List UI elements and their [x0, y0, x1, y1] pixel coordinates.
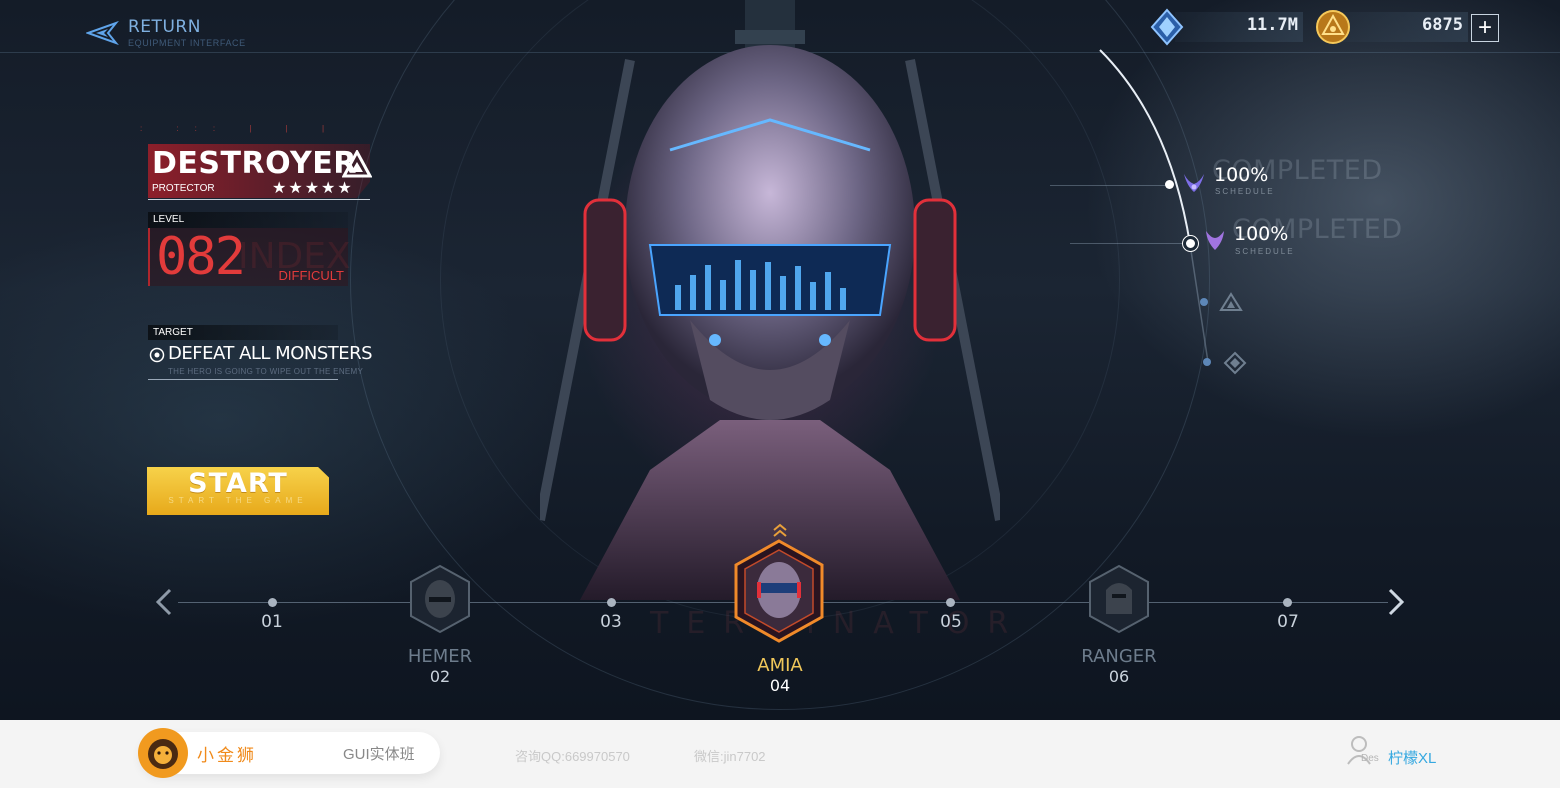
- progress-node-2: [1183, 236, 1198, 251]
- hero-label-ranger: RANGER 06: [1069, 646, 1169, 686]
- target-description: THE HERO IS GOING TO WIPE OUT THE ENEMY: [168, 367, 364, 376]
- brand-course: GUI实体班: [343, 746, 415, 763]
- hero-card-amia[interactable]: [733, 538, 825, 644]
- title-decoration: : ::: | | |: [140, 124, 341, 133]
- star-rating: ★★★★★: [272, 180, 354, 197]
- progress-line-2: [1070, 243, 1188, 244]
- hero-label-amia: AMIA 04: [730, 655, 830, 695]
- hero-card-hemer[interactable]: [409, 564, 471, 634]
- target-objective: DEFEAT ALL MONSTERS: [168, 343, 373, 364]
- start-button[interactable]: START START THE GAME: [147, 467, 329, 515]
- contact-qq: 咨询QQ:669970570: [515, 749, 630, 764]
- track-node[interactable]: [1283, 598, 1292, 607]
- user-name: 柠檬XL: [1388, 750, 1437, 767]
- target-label: TARGET: [148, 325, 338, 340]
- game-scene: RETURN EQUIPMENT INTERFACE 11.7M 6875 + …: [0, 0, 1560, 720]
- hero-card-name: RANGER: [1081, 646, 1157, 667]
- track-node-label: 05: [940, 612, 962, 632]
- coin-icon: [1316, 10, 1350, 44]
- footer-bar: 小金狮 GUI实体班 咨询QQ:669970570 微信:jin7702 Des…: [0, 720, 1560, 788]
- return-subtitle: EQUIPMENT INTERFACE: [128, 37, 246, 48]
- hero-class: PROTECTOR: [152, 183, 215, 194]
- progress-node-3: [1200, 298, 1208, 306]
- hero-card-ranger[interactable]: [1088, 564, 1150, 634]
- progress-line-1: [1050, 185, 1168, 186]
- return-button[interactable]: RETURN EQUIPMENT INTERFACE: [86, 14, 286, 52]
- progress-node-4: [1203, 358, 1211, 366]
- brand-name: 小金狮: [197, 746, 257, 765]
- level-panel: 082 INDEX DIFFICULT: [148, 227, 351, 287]
- diamond-emblem-icon: [1223, 351, 1247, 375]
- progress-node-1: [1165, 180, 1174, 189]
- lion-logo-icon: [138, 728, 188, 778]
- hero-portrait-art: [540, 0, 1000, 600]
- start-label: START: [188, 468, 288, 499]
- chevron-left-icon[interactable]: [152, 587, 176, 617]
- track-node[interactable]: [607, 598, 616, 607]
- coins-value: 6875: [1422, 15, 1463, 35]
- track-node[interactable]: [946, 598, 955, 607]
- level-label: LEVEL: [148, 212, 348, 228]
- difficulty-label: DIFFICULT: [278, 268, 344, 283]
- hero-label-hemer: HEMER 02: [390, 646, 490, 686]
- hero-card-id: 02: [429, 667, 451, 686]
- add-currency-button[interactable]: +: [1471, 14, 1499, 42]
- progress-percent-2: 100%: [1234, 223, 1289, 245]
- contact-wechat: 微信:jin7702: [694, 749, 766, 764]
- hero-card-name: HEMER: [407, 646, 473, 667]
- triangle-emblem-icon: [1219, 292, 1243, 311]
- progress-schedule-2: SCHEDULE: [1235, 247, 1295, 256]
- demon-horns-icon: [1184, 174, 1204, 192]
- user-tag: Des: [1361, 753, 1379, 764]
- progress-schedule-1: SCHEDULE: [1215, 187, 1275, 196]
- track-node[interactable]: [268, 598, 277, 607]
- start-subtitle: START THE GAME: [168, 496, 308, 505]
- triangle-emblem-icon: [342, 150, 372, 178]
- double-chevron-up-icon: [773, 523, 787, 537]
- hero-title-card: DESTROYER PROTECTOR ★★★★★: [148, 140, 374, 200]
- target-divider: [148, 379, 338, 380]
- crosshair-icon: [149, 347, 165, 363]
- title-divider: [148, 199, 370, 200]
- back-arrow-icon: [86, 21, 119, 45]
- hero-card-id: 06: [1108, 667, 1130, 686]
- horned-helmet-icon: [1206, 231, 1224, 250]
- progress-percent-1: 100%: [1214, 164, 1269, 186]
- track-node-label: 07: [1277, 612, 1299, 632]
- hero-name: DESTROYER: [152, 146, 357, 181]
- hero-card-name: AMIA: [757, 655, 803, 676]
- hero-card-id: 04: [769, 676, 791, 695]
- chevron-right-icon[interactable]: [1384, 587, 1408, 617]
- gems-value: 11.7M: [1246, 15, 1298, 35]
- return-label: RETURN: [128, 16, 201, 37]
- track-node-label: 03: [600, 612, 622, 632]
- level-value: 082: [156, 227, 246, 287]
- track-node-label: 01: [261, 612, 283, 632]
